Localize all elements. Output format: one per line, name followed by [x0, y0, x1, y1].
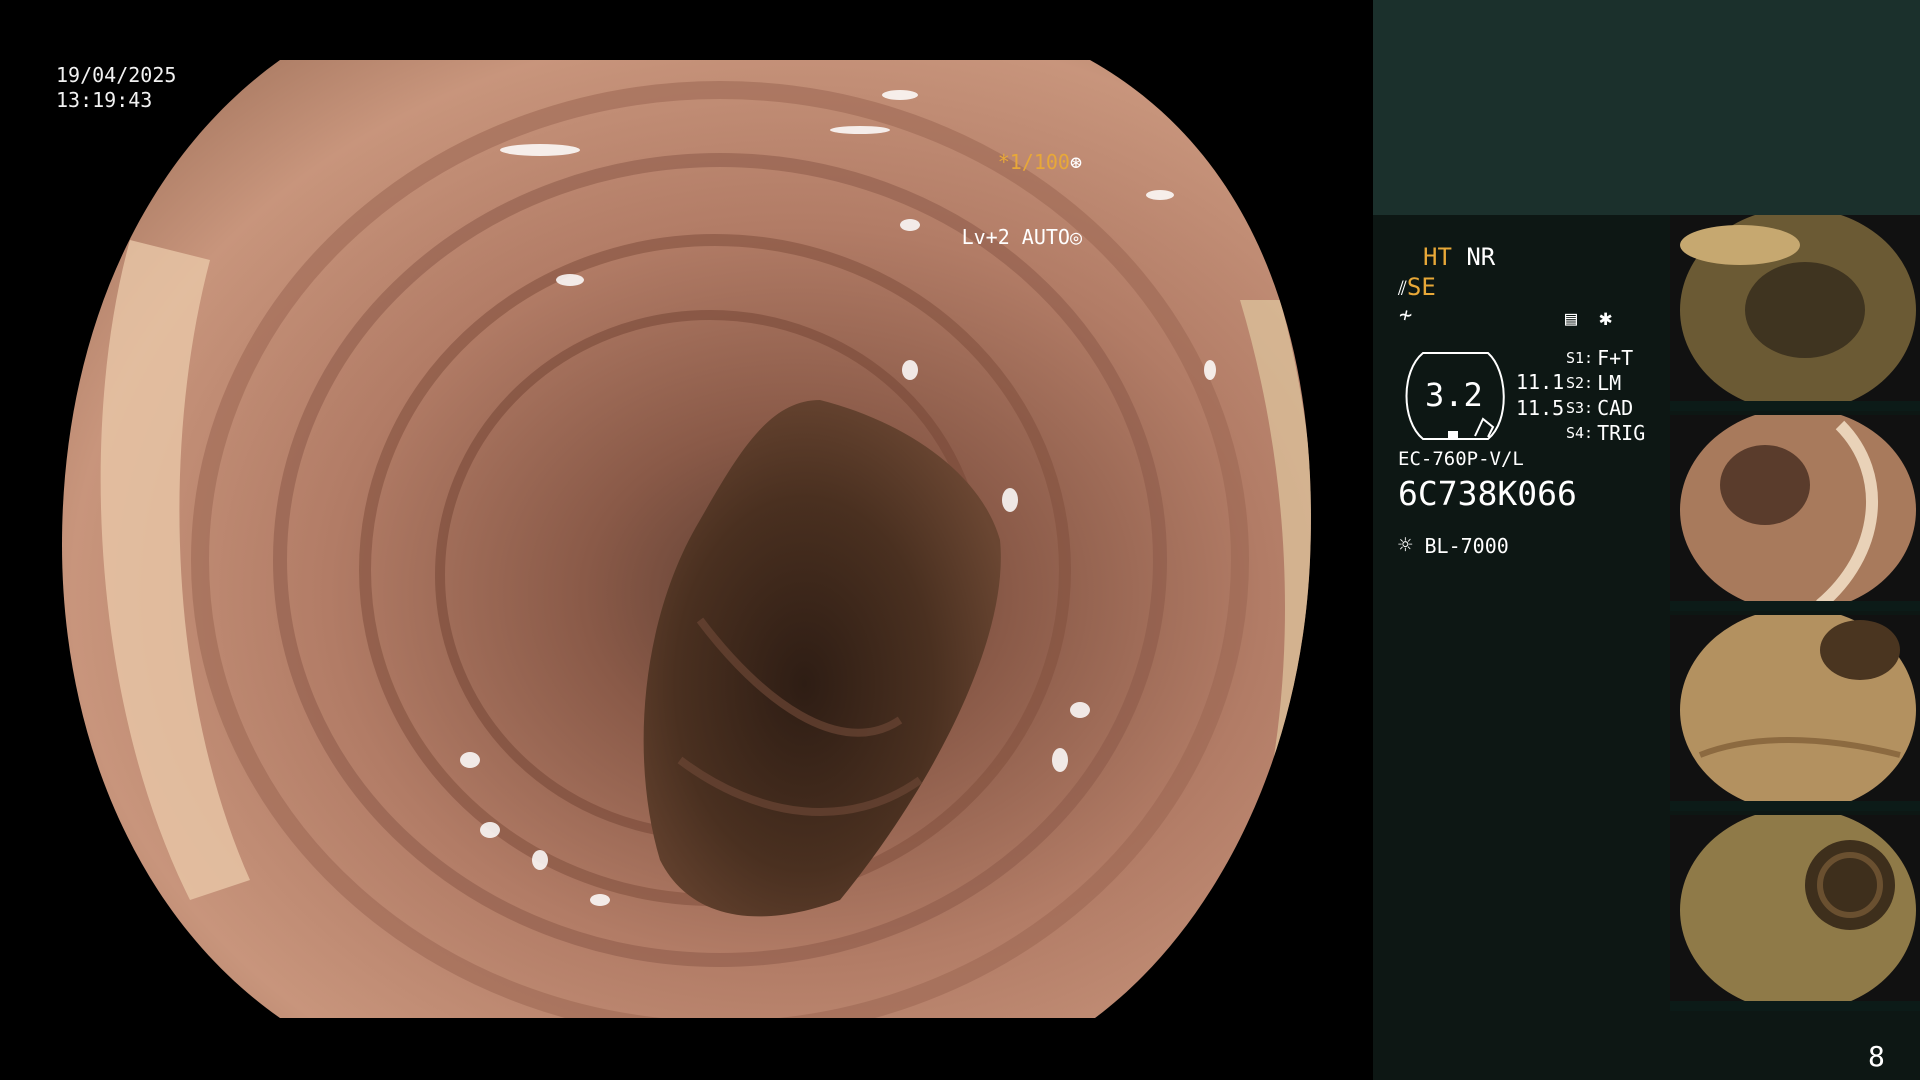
sun-icon: ☼ — [1398, 531, 1413, 559]
mode-row: S2: LM — [1566, 371, 1622, 395]
date-text: 19/04/2025 — [56, 63, 177, 87]
thumbnail-2[interactable] — [1670, 415, 1920, 611]
endoscopic-image — [62, 60, 1311, 1018]
thumbnail-1[interactable] — [1670, 215, 1920, 411]
ht-nr-status: HT NR — [1423, 243, 1495, 271]
thumbnail-3[interactable] — [1670, 615, 1920, 811]
shutter-speed: *1/100 — [997, 150, 1070, 174]
light-source-label: BL-7000 — [1424, 534, 1509, 558]
thumbnail-image — [1680, 415, 1916, 611]
thumbnail-image — [1680, 215, 1916, 411]
value-2: 11.5 — [1516, 396, 1565, 420]
auto-iris-icon: ◎ — [1069, 225, 1082, 249]
exposure-display: *1/100⊛ Lv+2 AUTO◎ — [962, 100, 1082, 300]
mode-row: S3: CAD — [1566, 396, 1634, 420]
light-source: ☼ BL-7000 — [1398, 531, 1509, 559]
thumbnail-bar — [1670, 801, 1920, 811]
panel-header — [1373, 0, 1920, 215]
thumbnail-bar — [1670, 1001, 1920, 1011]
mode-row: S1: F+T — [1566, 346, 1634, 370]
trigger-icon: ⫽ — [1398, 276, 1407, 300]
date-time-display: 19/04/2025 13:19:43 — [56, 63, 176, 113]
time-text: 13:19:43 — [56, 88, 153, 112]
mode-row: S4: TRIG — [1566, 421, 1646, 445]
se-status: ⫽SE — [1398, 273, 1436, 301]
value-1: 11.1 — [1516, 370, 1565, 394]
thumbnail-bar — [1670, 401, 1920, 411]
function-icon: ≁ — [1399, 303, 1413, 328]
zoom-value: 3.2 — [1425, 376, 1483, 414]
info-panel: HT NR ⫽SE ≁ ▤ ✱ 3.2 11.1 11.5 S1: F+T S2:… — [1373, 0, 1920, 1080]
ht-label: HT — [1423, 243, 1452, 271]
mode-table: S1: F+T S2: LM S3: CAD S4: TRIG — [1566, 346, 1645, 446]
endoscope-viewport: 19/04/2025 13:19:43 *1/100⊛ Lv+2 AUTO◎ — [0, 0, 1372, 1080]
nr-label: NR — [1466, 243, 1496, 271]
scope-serial: 6C738K066 — [1398, 474, 1577, 513]
thumbnail-image — [1680, 815, 1916, 1011]
scope-model: EC-760P-V/L — [1398, 448, 1524, 470]
thumbnail-image — [1680, 615, 1916, 811]
star-icon: ✱ — [1599, 306, 1613, 331]
freeze-icon: ⊛ — [1069, 150, 1082, 174]
record-icon: ▤ — [1565, 306, 1578, 330]
thumbnail-4[interactable] — [1670, 815, 1920, 1011]
light-level: Lv+2 AUTO — [961, 225, 1070, 249]
se-label: SE — [1406, 273, 1436, 301]
image-count: 8 — [1868, 1040, 1885, 1073]
thumbnail-bar — [1670, 601, 1920, 611]
